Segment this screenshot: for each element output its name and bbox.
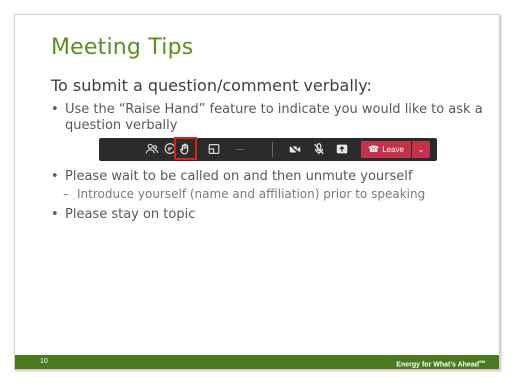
bullet-dot: • xyxy=(51,102,59,117)
footer-tagline: Energy for What’s AheadSM xyxy=(396,356,485,369)
rooms-icon[interactable] xyxy=(205,140,223,158)
bullet-dot: • xyxy=(51,169,59,184)
bullet-stay-on-topic: • Please stay on topic xyxy=(51,207,491,223)
slide-subtitle: To submit a question/comment verbally: xyxy=(51,76,372,95)
bullet-text: Use the “Raise Hand” feature to indicate… xyxy=(65,102,483,133)
camera-off-icon[interactable] xyxy=(286,140,304,158)
phone-hangup-icon: ☎ xyxy=(367,144,380,154)
sub-bullet-introduce: – Introduce yourself (name and affiliati… xyxy=(51,187,491,202)
tagline-text: Energy for What’s Ahead xyxy=(396,361,479,369)
raise-hand-highlight-box xyxy=(174,137,197,160)
leave-label: Leave xyxy=(382,145,404,154)
teams-meeting-toolbar: ··· ☎ Leave ⌄ xyxy=(99,137,437,161)
toolbar-divider xyxy=(272,142,273,157)
more-icon[interactable]: ··· xyxy=(231,140,249,158)
participants-icon[interactable] xyxy=(143,140,161,158)
slide: Meeting Tips To submit a question/commen… xyxy=(14,14,500,370)
sub-bullet-text: Introduce yourself (name and affiliation… xyxy=(77,187,426,201)
leave-button[interactable]: ☎ Leave xyxy=(361,141,411,158)
bullet-wait-unmute: • Please wait to be called on and then u… xyxy=(51,169,491,185)
mic-off-icon[interactable] xyxy=(310,140,328,158)
slide-title: Meeting Tips xyxy=(51,35,194,60)
leave-options-chevron-icon[interactable]: ⌄ xyxy=(412,141,430,158)
bullet-text: Please wait to be called on and then unm… xyxy=(65,169,413,184)
bullet-raise-hand: • Use the “Raise Hand” feature to indica… xyxy=(51,102,491,134)
page-number: 10 xyxy=(40,358,48,365)
share-icon[interactable] xyxy=(333,140,351,158)
bullet-dot: • xyxy=(51,207,59,222)
slide-footer: 10 Energy for What’s AheadSM xyxy=(15,355,499,369)
tagline-service-mark: SM xyxy=(479,359,485,364)
sub-bullet-dash: – xyxy=(63,187,69,201)
bullet-text: Please stay on topic xyxy=(65,207,196,222)
bullet-list: • Use the “Raise Hand” feature to indica… xyxy=(51,102,491,223)
